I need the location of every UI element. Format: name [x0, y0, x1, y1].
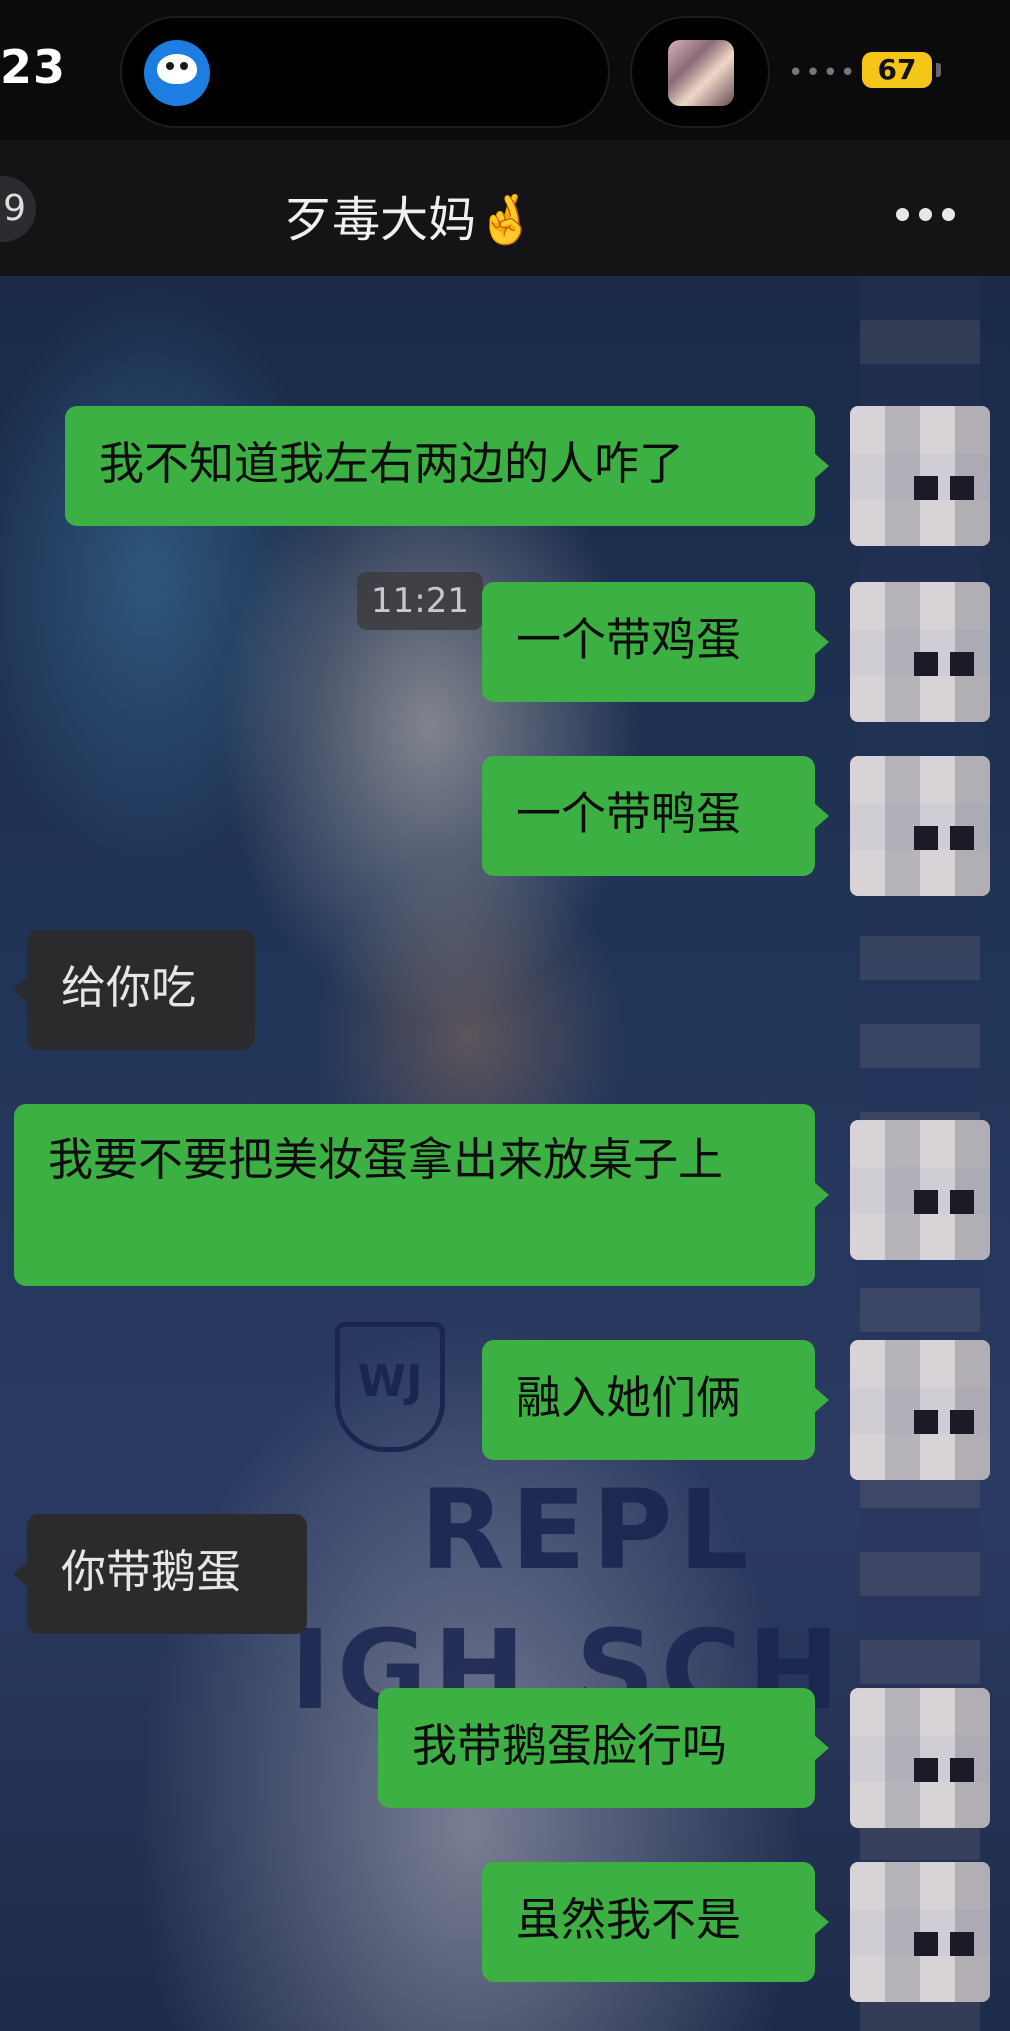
my-avatar[interactable] — [850, 1688, 990, 1828]
message-bubble-received[interactable]: 给你吃 — [13, 930, 255, 1050]
robot-app-icon[interactable] — [144, 40, 210, 106]
my-avatar[interactable] — [850, 1340, 990, 1480]
status-time: 23 — [0, 40, 67, 94]
chat-header: 9 歹毒大妈🤞 — [0, 140, 1010, 276]
message-bubble-sent[interactable]: 一个带鸡蛋 — [482, 582, 829, 702]
jersey-crest: WJ — [335, 1322, 445, 1452]
live-activity-pill[interactable] — [630, 16, 770, 128]
status-bar: 23 •••• 67 — [0, 0, 1010, 140]
dynamic-island[interactable] — [120, 16, 610, 128]
media-thumbnail — [668, 40, 734, 106]
message-bubble-sent[interactable]: 我带鹅蛋脸行吗 — [378, 1688, 829, 1808]
jersey-text-line1: REPL — [420, 1466, 755, 1594]
more-options-icon[interactable] — [896, 208, 956, 222]
battery-tip — [936, 63, 941, 77]
my-avatar[interactable] — [850, 756, 990, 896]
my-avatar[interactable] — [850, 1862, 990, 2002]
battery-icon: 67 — [862, 52, 932, 88]
message-bubble-sent[interactable]: 我要不要把美妆蛋拿出来放桌子上 — [14, 1104, 829, 1286]
chat-title: 歹毒大妈🤞 — [284, 192, 536, 248]
message-bubble-sent[interactable]: 一个带鸭蛋 — [482, 756, 829, 876]
my-avatar[interactable] — [850, 406, 990, 546]
chat-area[interactable]: WJ REPL IGH SCH 11:21 我不知道我左右两边的人咋了 一个带鸡… — [0, 276, 1010, 2031]
my-avatar[interactable] — [850, 1120, 990, 1260]
message-bubble-sent[interactable]: 我不知道我左右两边的人咋了 — [65, 406, 829, 526]
message-timestamp: 11:21 — [357, 572, 483, 630]
my-avatar[interactable] — [850, 582, 990, 722]
signal-icon: •••• — [788, 58, 858, 88]
message-bubble-sent[interactable]: 融入她们俩 — [482, 1340, 829, 1460]
message-bubble-received[interactable]: 你带鹅蛋 — [13, 1514, 307, 1634]
message-bubble-sent[interactable]: 虽然我不是 — [482, 1862, 829, 1982]
